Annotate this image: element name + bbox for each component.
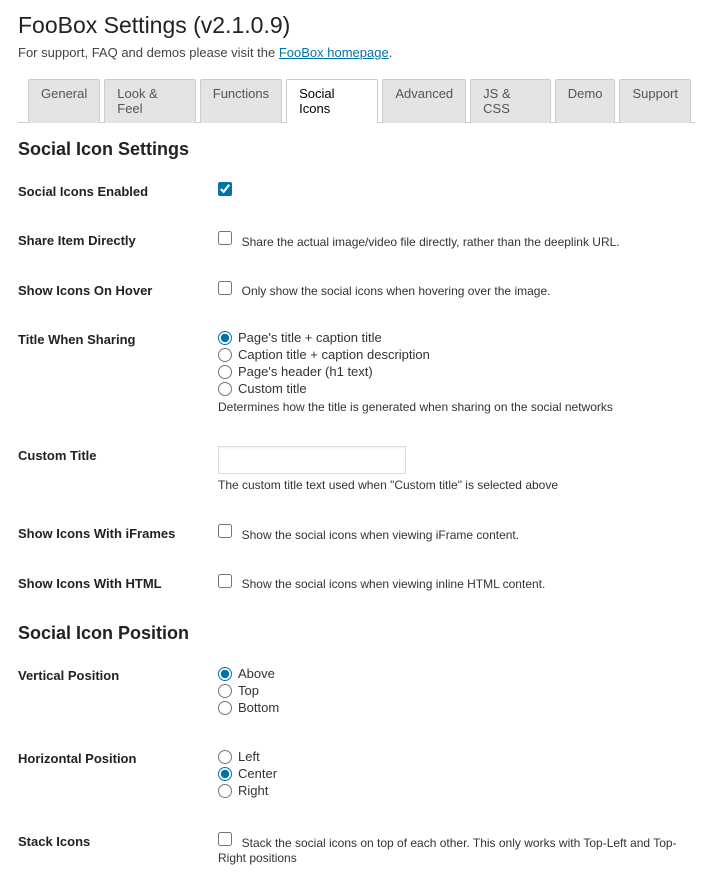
tab-demo[interactable]: Demo xyxy=(555,79,616,123)
row-social-icons-enabled: Social Icons Enabled xyxy=(18,182,695,199)
label-custom-title: Custom Title xyxy=(18,446,218,463)
title-sharing-radio[interactable] xyxy=(218,348,232,362)
title-sharing-option[interactable]: Custom title xyxy=(218,381,695,396)
input-custom-title[interactable] xyxy=(218,446,406,474)
tab-general[interactable]: General xyxy=(28,79,100,123)
horizontal-position-option-label: Center xyxy=(238,766,277,781)
horizontal-position-radio[interactable] xyxy=(218,767,232,781)
vertical-position-radio[interactable] xyxy=(218,667,232,681)
label-show-icons-with-html: Show Icons With HTML xyxy=(18,574,218,591)
horizontal-position-option-label: Right xyxy=(238,783,268,798)
help-custom-title: The custom title text used when "Custom … xyxy=(218,478,695,492)
tab-js-css[interactable]: JS & CSS xyxy=(470,79,551,123)
row-show-icons-on-hover: Show Icons On Hover Only show the social… xyxy=(18,281,695,299)
row-title-when-sharing: Title When Sharing Page's title + captio… xyxy=(18,330,695,414)
checkbox-show-icons-with-html[interactable] xyxy=(218,574,232,588)
row-horizontal-position: Horizontal Position Left Center Right xyxy=(18,749,695,800)
desc-share-item-directly: Share the actual image/video file direct… xyxy=(242,235,620,249)
vertical-position-option[interactable]: Above xyxy=(218,666,695,681)
checkbox-share-item-directly[interactable] xyxy=(218,231,232,245)
row-show-icons-with-iframes: Show Icons With iFrames Show the social … xyxy=(18,524,695,542)
tab-support[interactable]: Support xyxy=(619,79,691,123)
horizontal-position-option-label: Left xyxy=(238,749,260,764)
tab-functions[interactable]: Functions xyxy=(200,79,282,123)
desc-show-icons-on-hover: Only show the social icons when hovering… xyxy=(242,284,551,298)
tab-bar: GeneralLook & FeelFunctionsSocial IconsA… xyxy=(18,78,695,123)
title-sharing-radio[interactable] xyxy=(218,331,232,345)
horizontal-position-radio[interactable] xyxy=(218,750,232,764)
vertical-position-option[interactable]: Bottom xyxy=(218,700,695,715)
checkbox-show-icons-on-hover[interactable] xyxy=(218,281,232,295)
desc-show-icons-with-html: Show the social icons when viewing inlin… xyxy=(242,577,546,591)
label-social-icons-enabled: Social Icons Enabled xyxy=(18,182,218,199)
vertical-position-radio[interactable] xyxy=(218,684,232,698)
checkbox-social-icons-enabled[interactable] xyxy=(218,182,232,196)
support-text: For support, FAQ and demos please visit … xyxy=(18,45,695,60)
vertical-position-option[interactable]: Top xyxy=(218,683,695,698)
horizontal-position-radio[interactable] xyxy=(218,784,232,798)
vertical-position-option-label: Bottom xyxy=(238,700,279,715)
checkbox-stack-icons[interactable] xyxy=(218,832,232,846)
label-horizontal-position: Horizontal Position xyxy=(18,749,218,766)
horizontal-position-option[interactable]: Left xyxy=(218,749,695,764)
label-share-item-directly: Share Item Directly xyxy=(18,231,218,248)
vertical-position-radio[interactable] xyxy=(218,701,232,715)
tab-advanced[interactable]: Advanced xyxy=(382,79,466,123)
foobox-homepage-link[interactable]: FooBox homepage xyxy=(279,45,389,60)
tab-look-feel[interactable]: Look & Feel xyxy=(104,79,196,123)
label-show-icons-on-hover: Show Icons On Hover xyxy=(18,281,218,298)
tab-social-icons[interactable]: Social Icons xyxy=(286,79,378,123)
horizontal-position-option[interactable]: Center xyxy=(218,766,695,781)
title-sharing-option-label: Custom title xyxy=(238,381,307,396)
row-stack-icons: Stack Icons Stack the social icons on to… xyxy=(18,832,695,865)
vertical-position-option-label: Top xyxy=(238,683,259,698)
vertical-position-option-label: Above xyxy=(238,666,275,681)
label-stack-icons: Stack Icons xyxy=(18,832,218,849)
label-show-icons-with-iframes: Show Icons With iFrames xyxy=(18,524,218,541)
title-sharing-option-label: Page's title + caption title xyxy=(238,330,382,345)
title-sharing-option-label: Page's header (h1 text) xyxy=(238,364,373,379)
horizontal-position-option[interactable]: Right xyxy=(218,783,695,798)
label-title-when-sharing: Title When Sharing xyxy=(18,330,218,347)
section-social-icon-position: Social Icon Position xyxy=(18,623,695,644)
title-sharing-option[interactable]: Page's header (h1 text) xyxy=(218,364,695,379)
title-sharing-option[interactable]: Page's title + caption title xyxy=(218,330,695,345)
checkbox-show-icons-with-iframes[interactable] xyxy=(218,524,232,538)
desc-stack-icons: Stack the social icons on top of each ot… xyxy=(218,836,677,866)
title-sharing-option-label: Caption title + caption description xyxy=(238,347,430,362)
title-sharing-radio[interactable] xyxy=(218,365,232,379)
row-custom-title: Custom Title The custom title text used … xyxy=(18,446,695,492)
page-title: FooBox Settings (v2.1.0.9) xyxy=(18,12,695,39)
row-share-item-directly: Share Item Directly Share the actual ima… xyxy=(18,231,695,249)
title-sharing-radio[interactable] xyxy=(218,382,232,396)
title-sharing-option[interactable]: Caption title + caption description xyxy=(218,347,695,362)
row-show-icons-with-html: Show Icons With HTML Show the social ico… xyxy=(18,574,695,592)
section-social-icon-settings: Social Icon Settings xyxy=(18,139,695,160)
help-title-when-sharing: Determines how the title is generated wh… xyxy=(218,400,695,414)
desc-show-icons-with-iframes: Show the social icons when viewing iFram… xyxy=(242,528,519,542)
label-vertical-position: Vertical Position xyxy=(18,666,218,683)
row-vertical-position: Vertical Position Above Top Bottom xyxy=(18,666,695,717)
